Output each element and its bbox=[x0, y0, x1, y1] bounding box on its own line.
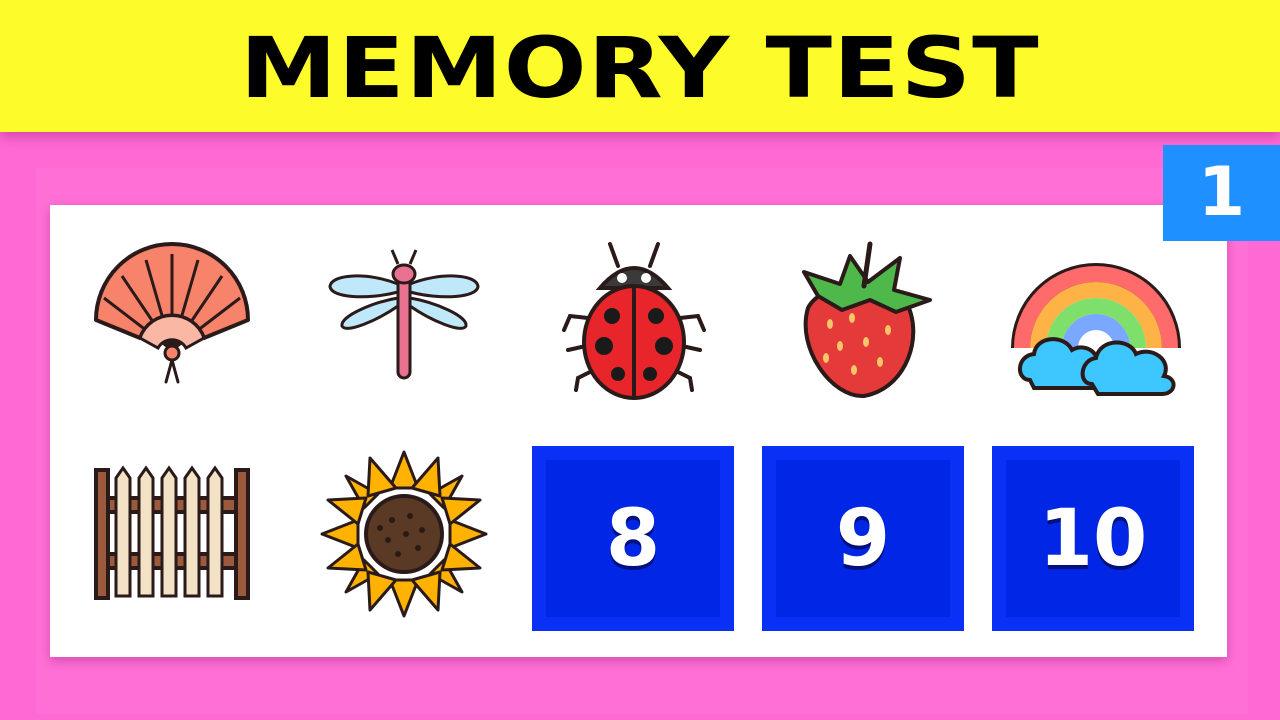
fence-icon bbox=[94, 465, 250, 600]
strawberry-icon bbox=[802, 241, 932, 399]
page-title: MEMORY TEST bbox=[240, 19, 1040, 117]
card-dragonfly[interactable] bbox=[318, 238, 490, 410]
level-number: 1 bbox=[1197, 153, 1246, 232]
card-hand-fan[interactable] bbox=[86, 238, 258, 410]
card-rainbow[interactable] bbox=[1010, 238, 1182, 410]
hand-fan-icon bbox=[94, 242, 250, 384]
level-badge: 1 bbox=[1163, 145, 1280, 241]
card-fence[interactable] bbox=[86, 448, 258, 620]
rainbow-cloud-icon bbox=[1011, 263, 1181, 396]
card-sunflower[interactable] bbox=[318, 448, 490, 620]
tile-number: 9 bbox=[835, 493, 891, 584]
dragonfly-icon bbox=[328, 249, 480, 380]
tile-8[interactable]: 8 bbox=[532, 446, 734, 631]
card-ladybug[interactable] bbox=[548, 238, 720, 410]
tile-number: 10 bbox=[1038, 493, 1148, 584]
card-strawberry[interactable] bbox=[778, 238, 950, 410]
ladybug-icon bbox=[562, 242, 706, 400]
title-banner: MEMORY TEST bbox=[0, 0, 1280, 132]
sunflower-icon bbox=[320, 450, 488, 618]
tile-10[interactable]: 10 bbox=[992, 446, 1194, 631]
tile-9[interactable]: 9 bbox=[762, 446, 964, 631]
tile-number: 8 bbox=[605, 493, 661, 584]
